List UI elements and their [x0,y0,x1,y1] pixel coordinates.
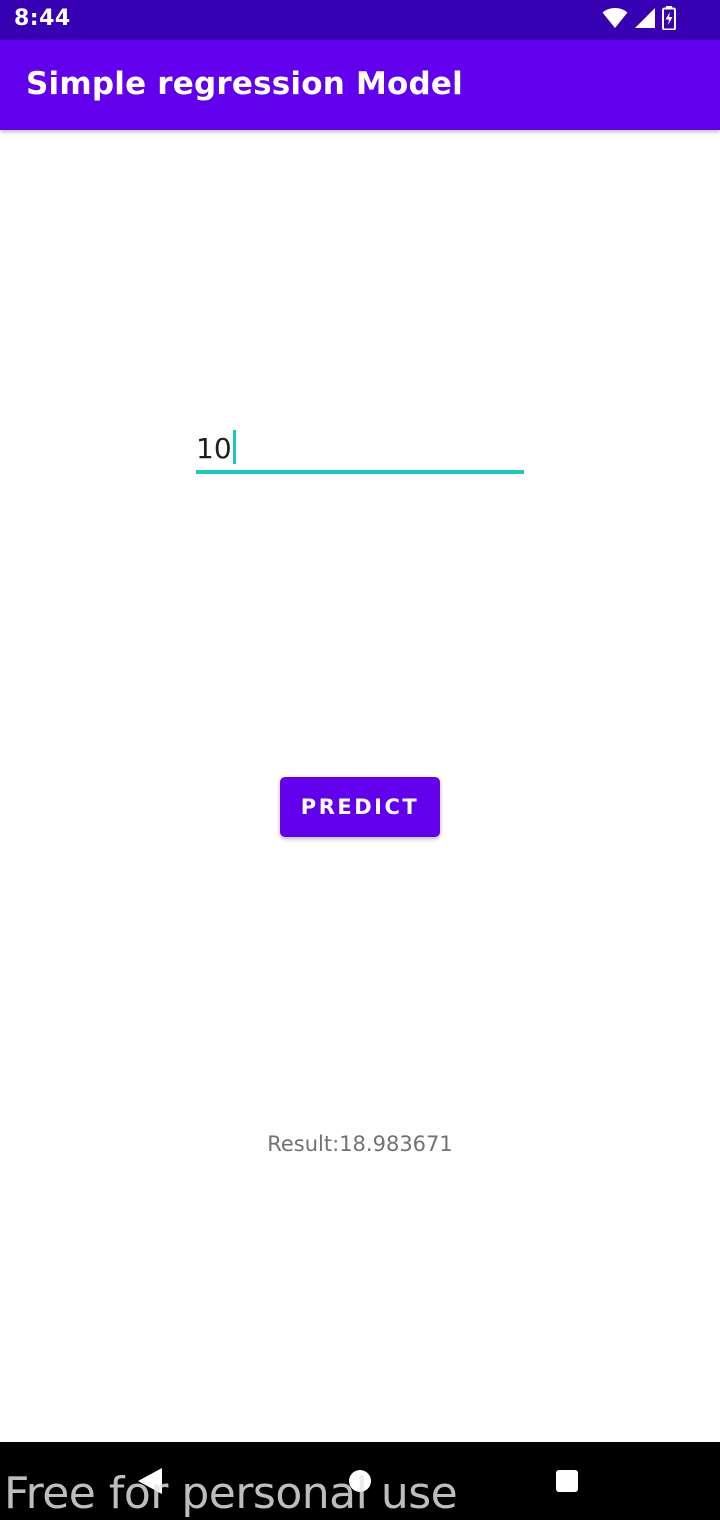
predict-button[interactable]: PREDICT [280,777,440,837]
result-text: Result:18.983671 [267,1132,453,1156]
number-input[interactable]: 10 [196,424,524,474]
number-input-text: 10 [196,432,232,465]
cellular-signal-icon [634,7,656,33]
app-title: Simple regression Model [26,66,463,102]
home-icon[interactable] [349,1470,371,1492]
status-time: 8:44 [14,6,71,31]
input-underline [196,470,524,474]
status-icons [602,6,676,34]
text-cursor [232,430,236,464]
number-input-value[interactable]: 10 [196,430,236,465]
recents-icon[interactable] [556,1470,578,1492]
app-screen: 8:44 Simple regression Model 10 PREDICT … [0,0,720,1520]
navigation-bar [0,1442,720,1520]
battery-charging-icon [662,6,676,34]
status-bar: 8:44 [0,0,720,40]
back-icon[interactable] [138,1468,162,1494]
wifi-icon [602,7,628,33]
app-bar: Simple regression Model [0,40,720,130]
